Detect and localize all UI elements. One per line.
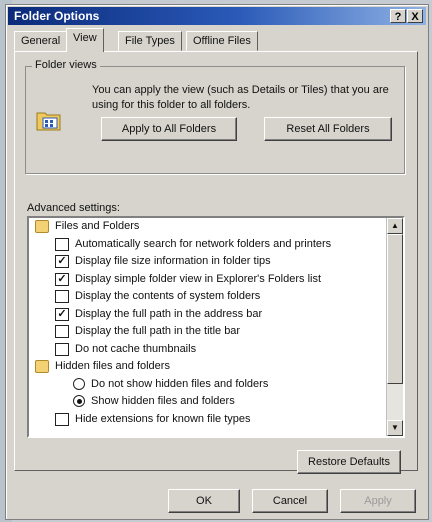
checkbox-unchecked[interactable] (55, 237, 69, 251)
settings-option-row[interactable]: ✓ Display simple folder view in Explorer'… (29, 271, 385, 289)
settings-item-label: Display the contents of system folders (75, 290, 261, 302)
scroll-up-button[interactable]: ▲ (387, 218, 403, 234)
radio-selected[interactable] (73, 395, 85, 407)
title-bar[interactable]: Folder Options ? X (8, 7, 426, 25)
tab-view[interactable]: View (66, 28, 104, 52)
folder-views-description: You can apply the view (such as Details … (92, 84, 389, 111)
settings-group-row: Files and Folders (29, 218, 385, 236)
folder-options-dialog: Folder Options ? X General View File Typ… (5, 4, 429, 520)
settings-option-row[interactable]: Display the contents of system folders (29, 288, 385, 306)
folder-views-legend: Folder views (32, 59, 100, 71)
tab-file-types[interactable]: File Types (118, 31, 182, 51)
view-tab-panel: Folder views You can apply the view (suc… (14, 51, 418, 474)
settings-item-label: Display the full path in the address bar (75, 307, 263, 320)
settings-item-label: Display simple folder view in Explorer's… (75, 272, 322, 285)
advanced-settings-items: Files and Folders Automatically search fo… (29, 218, 385, 428)
help-button[interactable]: ? (390, 9, 406, 23)
tab-offline-files[interactable]: Offline Files (186, 31, 258, 51)
cancel-button[interactable]: Cancel (252, 489, 328, 513)
settings-option-row[interactable]: Do not cache thumbnails (29, 341, 385, 359)
reset-all-folders-button[interactable]: Reset All Folders (264, 117, 392, 141)
restore-defaults-button[interactable]: Restore Defaults (297, 450, 401, 474)
scroll-down-button[interactable]: ▼ (387, 420, 403, 436)
advanced-settings-list[interactable]: Files and Folders Automatically search fo… (27, 216, 405, 438)
folder-views-group: Folder views You can apply the view (suc… (25, 59, 405, 174)
checkbox-unchecked[interactable] (55, 412, 69, 426)
checkbox-unchecked[interactable] (55, 325, 69, 338)
settings-item-label: Display the full path in the title bar (75, 325, 241, 337)
settings-option-row[interactable]: Hide extensions for known file types (29, 411, 385, 429)
settings-option-row[interactable]: Automatically search for network folders… (29, 236, 385, 254)
folder-icon (35, 220, 49, 233)
checkbox-checked[interactable]: ✓ (55, 255, 69, 268)
settings-item-label: Hide extensions for known file types (75, 412, 251, 425)
settings-option-row[interactable]: ✓ Display the full path in the address ba… (29, 306, 385, 324)
settings-group-row: Hidden files and folders (29, 358, 385, 376)
tab-general[interactable]: General (14, 31, 68, 51)
settings-item-label: Files and Folders (55, 220, 140, 232)
ok-button[interactable]: OK (168, 489, 240, 513)
settings-option-row[interactable]: Display the full path in the title bar (29, 323, 385, 341)
checkbox-checked[interactable]: ✓ (55, 272, 69, 286)
settings-option-row[interactable]: Show hidden files and folders (29, 393, 385, 411)
settings-item-label: Show hidden files and folders (91, 395, 235, 407)
settings-option-row[interactable]: Do not show hidden files and folders (29, 376, 385, 394)
folder-icon (35, 360, 49, 373)
settings-item-label: Do not cache thumbnails (75, 342, 197, 355)
scroll-thumb[interactable] (387, 234, 403, 384)
advanced-settings-label: Advanced settings: (27, 202, 120, 214)
apply-to-all-folders-button[interactable]: Apply to All Folders (101, 117, 237, 141)
settings-option-row[interactable]: ✓ Display file size information in folder… (29, 253, 385, 271)
settings-item-label: Do not show hidden files and folders (91, 377, 269, 390)
close-button[interactable]: X (407, 9, 423, 23)
apply-button[interactable]: Apply (340, 489, 416, 513)
checkbox-unchecked[interactable] (55, 342, 69, 356)
settings-item-label: Hidden files and folders (55, 360, 170, 372)
checkbox-checked[interactable]: ✓ (55, 307, 69, 321)
advanced-settings-scrollbar[interactable]: ▲ ▼ (386, 218, 403, 436)
settings-item-label: Display file size information in folder … (75, 255, 271, 267)
settings-item-label: Automatically search for network folders… (75, 237, 332, 250)
checkbox-unchecked[interactable] (55, 290, 69, 303)
window-title: Folder Options (14, 9, 100, 23)
folder-view-icon (36, 112, 61, 131)
radio-unselected[interactable] (73, 377, 85, 390)
